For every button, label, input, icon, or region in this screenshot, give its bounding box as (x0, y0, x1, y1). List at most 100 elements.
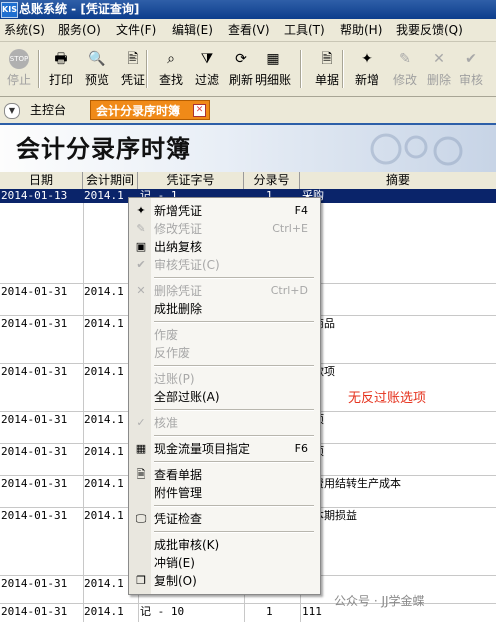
table-header: 日期 会计期间 凭证字号 分录号 摘要 (0, 172, 496, 190)
column-header-period[interactable]: 会计期间 (83, 172, 138, 189)
approve-icon: ✔ (465, 51, 477, 67)
tab-voucher-journal[interactable]: 会计分录序时簿 ✕ (90, 100, 210, 120)
table-cell-period[interactable]: 2014.1 (84, 445, 124, 459)
menu-item[interactable]: 编辑(E) (172, 22, 213, 38)
context-menu: ✦ 新增凭证 F4 ✎ 修改凭证 Ctrl+E ▣ 出纳复核 ✔ 审核凭证(C) ✕ 删除凭证 Ctrl… (128, 197, 321, 595)
context-menu-item[interactable]: 成批删除 (129, 300, 320, 318)
menu-item[interactable]: 帮助(H) (340, 22, 382, 38)
toolbar-separator (146, 50, 148, 88)
menu-separator (154, 277, 314, 279)
context-menu-item[interactable]: 过账(P) (129, 370, 320, 388)
context-menu-item[interactable]: ▣ 出纳复核 (129, 238, 320, 256)
table-cell-period[interactable]: 2014.1 (84, 317, 124, 331)
table-cell-date[interactable]: 2014-01-31 (1, 509, 67, 523)
table-cell-date[interactable]: 2014-01-31 (1, 577, 67, 591)
toolbar-label: 审核 (458, 73, 483, 87)
table-cell-period[interactable]: 2014.1 (84, 365, 124, 379)
menu-item-label: 删除凭证 (154, 284, 203, 298)
table-cell-period[interactable]: 2014.1 (84, 577, 124, 591)
menu-separator (154, 531, 314, 533)
table-cell-date[interactable]: 2014-01-31 (1, 365, 67, 379)
context-menu-item[interactable]: ✕ 删除凭证 Ctrl+D (129, 282, 320, 300)
new-voucher-icon: ✦ (136, 204, 146, 217)
filter-icon: ⧩ (200, 51, 214, 67)
menu-item[interactable]: 系统(S) (4, 22, 45, 38)
context-menu-item[interactable]: ✔ 审核凭证(C) (129, 256, 320, 274)
toolbar-button-10[interactable]: ✦ 新增 (348, 46, 386, 92)
context-menu-item[interactable]: 冲销(E) (129, 554, 320, 572)
column-header-entry-no[interactable]: 分录号 (244, 172, 300, 189)
toolbar-button-6[interactable]: ⧩ 过滤 (188, 46, 226, 92)
context-menu-item[interactable]: ❐ 复制(O) (129, 572, 320, 590)
document-icon: 🗎 (321, 51, 333, 67)
toolbar-button-8[interactable]: ▦ 明细账 (254, 46, 292, 92)
menu-separator (154, 461, 314, 463)
table-cell-voucher[interactable]: 记 - 10 (140, 605, 184, 619)
toolbar-label: 停止 (6, 73, 31, 87)
table-cell-period[interactable]: 2014.1 (84, 189, 124, 203)
toolbar-button-2[interactable]: 🖶 打印 (42, 46, 80, 92)
annotation-text: 无反过账选项 (348, 391, 427, 406)
close-tab-icon[interactable]: ✕ (193, 104, 206, 117)
toolbar-button-9[interactable]: 🗎 单据 (308, 46, 346, 92)
table-cell-summary[interactable]: 111 (302, 605, 322, 619)
cashflow-icon: ▦ (135, 442, 147, 455)
context-menu-item[interactable]: ✎ 修改凭证 Ctrl+E (129, 220, 320, 238)
tab-bar: ▼ 主控台 会计分录序时簿 ✕ (0, 97, 496, 125)
menu-item-label: 现金流量项目指定 (154, 442, 251, 456)
tab-home[interactable]: 主控台 (30, 102, 66, 118)
edit-voucher-icon: ✎ (136, 222, 146, 235)
context-menu-item[interactable]: 🖵 凭证检查 (129, 510, 320, 528)
context-menu-item[interactable]: 全部过账(A) (129, 388, 320, 406)
table-cell-period[interactable]: 2014.1 (84, 509, 124, 523)
toolbar-button-13[interactable]: ✔ 审核 (452, 46, 490, 92)
menu-item[interactable]: 查看(V) (228, 22, 270, 38)
table-cell-date[interactable]: 2014-01-31 (1, 317, 67, 331)
context-menu-item[interactable]: ✓ 核准 (129, 414, 320, 432)
menu-item[interactable]: 文件(F) (116, 22, 156, 38)
table-cell-date[interactable]: 2014-01-31 (1, 445, 67, 459)
stop-icon: STOP (9, 49, 29, 69)
delete-icon: ✕ (433, 51, 445, 67)
context-menu-item[interactable]: ✦ 新增凭证 F4 (129, 202, 320, 220)
menu-item[interactable]: 工具(T) (284, 22, 325, 38)
menu-item[interactable]: 我要反馈(Q) (396, 22, 463, 38)
toolbar-button-11[interactable]: ✎ 修改 (386, 46, 424, 92)
menu-item-label: 成批删除 (154, 302, 203, 316)
menu-item-label: 出纳复核 (154, 240, 203, 254)
toolbar-button-5[interactable]: ⌕ 查找 (152, 46, 190, 92)
toolbar-separator (300, 50, 302, 88)
table-cell-date[interactable]: 2014-01-31 (1, 285, 67, 299)
table-cell-date[interactable]: 2014-01-31 (1, 605, 67, 619)
table-cell-period[interactable]: 2014.1 (84, 413, 124, 427)
tab-dropdown-icon[interactable]: ▼ (4, 103, 20, 119)
menu-item[interactable]: 服务(O) (58, 22, 101, 38)
context-menu-item[interactable]: 成批审核(K) (129, 536, 320, 554)
context-menu-item[interactable]: 作废 (129, 326, 320, 344)
table-cell-date[interactable]: 2014-01-31 (1, 413, 67, 427)
table-cell-period[interactable]: 2014.1 (84, 477, 124, 491)
edit-icon: ✎ (399, 51, 411, 67)
menu-item-label: 过账(P) (154, 372, 195, 386)
table-cell-date[interactable]: 2014-01-31 (1, 477, 67, 491)
table-cell-period[interactable]: 2014.1 (84, 285, 124, 299)
menu-item-label: 查看单据 (154, 468, 203, 482)
table-cell-date[interactable]: 2014-01-13 (1, 189, 67, 203)
toolbar-separator (38, 50, 40, 88)
toolbar-button-3[interactable]: 🔍 预览 (78, 46, 116, 92)
table-cell-period[interactable]: 2014.1 (84, 605, 124, 619)
view-document-icon: 🗎 (136, 468, 146, 481)
context-menu-item[interactable]: 反作废 (129, 344, 320, 362)
menu-item-label: 复制(O) (154, 574, 197, 588)
copy-voucher-icon: ❐ (136, 574, 146, 587)
column-header-date[interactable]: 日期 (0, 172, 83, 189)
context-menu-item[interactable]: 附件管理 (129, 484, 320, 502)
column-header-voucher-no[interactable]: 凭证字号 (138, 172, 244, 189)
toolbar-label: 复 (488, 73, 496, 87)
column-header-summary[interactable]: 摘要 (300, 172, 496, 189)
toolbar-button-1[interactable]: STOP 停止 (0, 46, 38, 92)
table-cell-entry[interactable]: 1 (266, 605, 273, 619)
context-menu-item[interactable]: ▦ 现金流量项目指定 F6 (129, 440, 320, 458)
context-menu-item[interactable]: 🗎 查看单据 (129, 466, 320, 484)
toolbar-button-14[interactable]: ❐复 (488, 46, 496, 92)
